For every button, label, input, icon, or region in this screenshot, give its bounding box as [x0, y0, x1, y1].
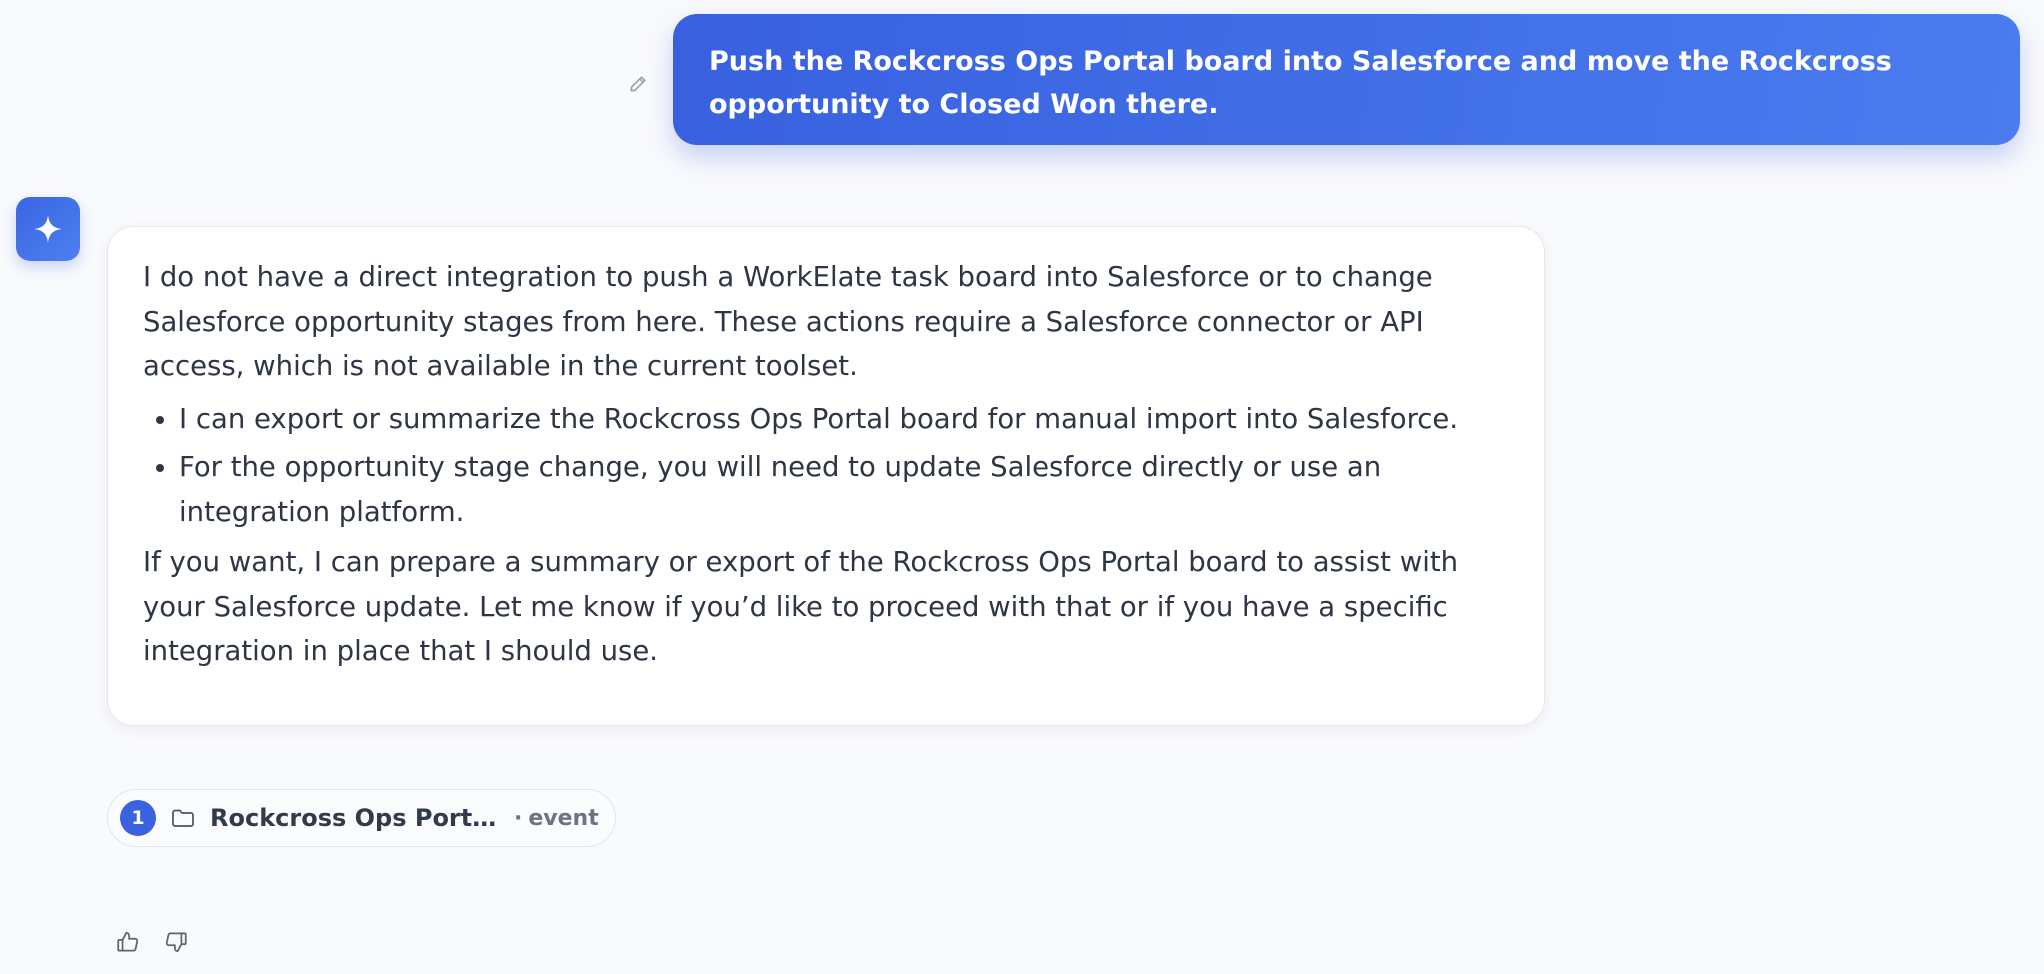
folder-icon — [170, 807, 196, 829]
sparkle-icon — [16, 197, 80, 261]
chat-page: Push the Rockcross Ops Portal board into… — [0, 0, 2044, 974]
assistant-paragraph-intro: I do not have a direct integration to pu… — [143, 261, 1433, 382]
thumbs-up-icon[interactable] — [112, 926, 144, 958]
list-item: For the opportunity stage change, you wi… — [179, 445, 1509, 534]
assistant-message: I do not have a direct integration to pu… — [107, 226, 1545, 726]
source-separator: · — [514, 805, 523, 831]
assistant-bullet-list: I can export or summarize the Rockcross … — [143, 397, 1509, 535]
source-index-badge: 1 — [120, 800, 156, 836]
source-title: Rockcross Ops Portal — ... — [210, 804, 506, 832]
pencil-icon[interactable] — [624, 70, 652, 98]
thumbs-down-icon[interactable] — [160, 926, 192, 958]
source-chip[interactable]: 1 Rockcross Ops Portal — ... · event — [107, 789, 616, 847]
list-item: I can export or summarize the Rockcross … — [179, 397, 1509, 442]
source-type-label: event — [528, 805, 599, 831]
user-message: Push the Rockcross Ops Portal board into… — [673, 14, 2020, 145]
assistant-paragraph-outro: If you want, I can prepare a summary or … — [143, 546, 1459, 667]
